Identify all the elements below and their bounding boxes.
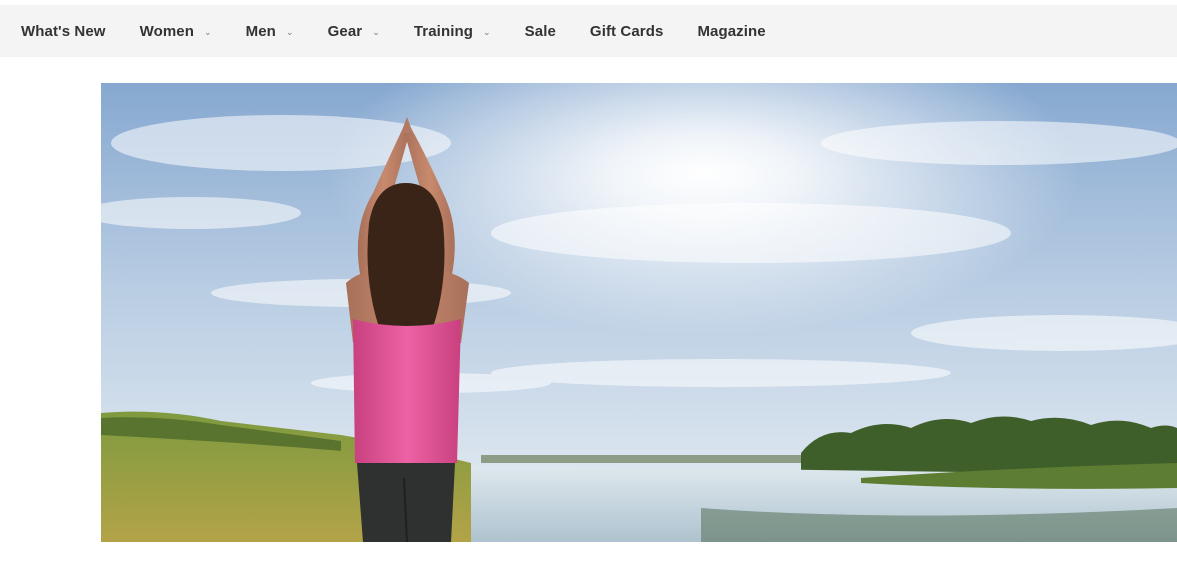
nav-item-gear[interactable]: Gear ⌄ xyxy=(328,23,380,40)
nav-item-men[interactable]: Men ⌄ xyxy=(246,23,294,40)
nav-item-magazine[interactable]: Magazine xyxy=(697,23,765,40)
nav-item-label: What's New xyxy=(21,22,106,40)
nav-item-label: Sale xyxy=(524,22,556,40)
chevron-down-icon: ⌄ xyxy=(483,26,491,37)
chevron-down-icon: ⌄ xyxy=(285,26,294,37)
chevron-down-icon: ⌄ xyxy=(372,26,380,37)
nav-item-label: Men xyxy=(245,22,276,40)
nav-item-gift-cards[interactable]: Gift Cards xyxy=(590,23,664,40)
nav-item-whats-new[interactable]: What's New xyxy=(21,23,106,40)
nav-item-sale[interactable]: Sale xyxy=(525,23,556,40)
nav-item-label: Training xyxy=(413,22,473,40)
nav-item-label: Magazine xyxy=(697,22,766,40)
chevron-down-icon: ⌄ xyxy=(203,26,212,37)
hero-illustration xyxy=(101,83,1177,542)
nav-item-women[interactable]: Women ⌄ xyxy=(140,23,212,40)
nav-item-label: Gear xyxy=(327,22,363,40)
nav-item-label: Women xyxy=(139,22,194,40)
nav-item-label: Gift Cards xyxy=(589,22,664,40)
nav-item-training[interactable]: Training ⌄ xyxy=(414,23,491,40)
hero-banner-image[interactable] xyxy=(101,83,1177,542)
main-navigation: What's New Women ⌄ Men ⌄ Gear ⌄ Training… xyxy=(0,5,1177,57)
